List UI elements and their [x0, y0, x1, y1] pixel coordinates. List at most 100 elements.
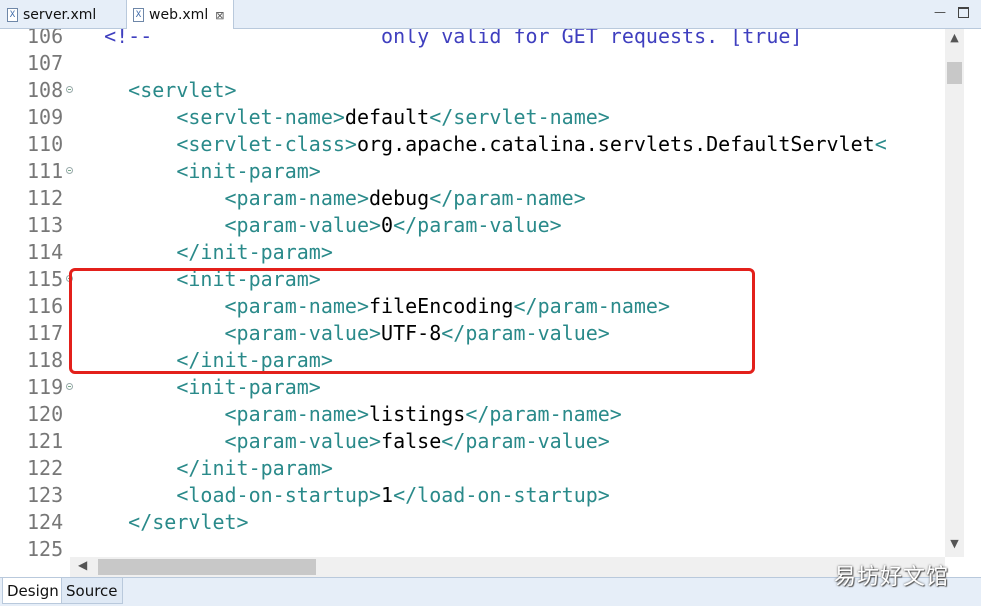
xml-comment: <!-- only valid for GET requests. [true] [80, 29, 803, 48]
xml-tag: <param-name> [80, 402, 369, 426]
xml-tag: <param-value> [80, 213, 382, 237]
line-number: 119 [27, 375, 64, 399]
xml-tag: </servlet> [80, 510, 249, 534]
xml-source-editor[interactable]: 106 <!-- only valid for GET requests. [t… [0, 29, 945, 557]
code-line[interactable]: 109 <servlet-name>default</servlet-name> [0, 104, 945, 131]
code-text: </servlet> [80, 509, 249, 536]
code-line[interactable]: 110 <servlet-class>org.apache.catalina.s… [0, 131, 945, 158]
xml-tag: < [874, 132, 887, 156]
xml-tag: </param-name> [429, 186, 586, 210]
xml-tag: <servlet> [80, 78, 237, 102]
code-text: </init-param> [80, 239, 333, 266]
line-number: 115 [27, 267, 64, 291]
editor-tab-bar: X server.xml X web.xml ⊠ — [0, 0, 981, 30]
code-line[interactable]: 107 [0, 50, 945, 77]
xml-tag: </param-value> [393, 213, 562, 237]
line-number: 117 [27, 321, 64, 345]
minimize-button[interactable]: — [932, 4, 948, 20]
tab-label: server.xml [23, 6, 97, 23]
xml-tag: </servlet-name> [429, 105, 610, 129]
xml-file-icon: X [7, 7, 18, 22]
close-icon[interactable]: ⊠ [215, 9, 224, 22]
vertical-scroll-thumb[interactable] [947, 62, 962, 84]
code-line[interactable]: 114 </init-param> [0, 239, 945, 266]
xml-tag: <servlet-name> [80, 105, 345, 129]
line-number: 107 [27, 51, 64, 75]
xml-tag: </load-on-startup> [393, 483, 610, 507]
xml-tag: <init-param> [80, 159, 321, 183]
highlight-annotation-box [69, 268, 755, 374]
xml-value: 1 [381, 483, 394, 507]
line-number: 110 [27, 132, 64, 156]
code-text: <param-name>listings</param-name> [80, 401, 622, 428]
xml-tag: <init-param> [80, 375, 321, 399]
xml-tag: </init-param> [80, 240, 333, 264]
code-line[interactable]: 123 <load-on-startup>1</load-on-startup> [0, 482, 945, 509]
xml-tag: <load-on-startup> [80, 483, 382, 507]
code-line[interactable]: 119 <init-param> [0, 374, 945, 401]
line-number: 108 [27, 78, 64, 102]
line-number: 112 [27, 186, 64, 210]
fold-collapse-icon[interactable] [66, 167, 73, 174]
xml-tag: </param-value> [441, 429, 610, 453]
code-line[interactable]: 121 <param-value>false</param-value> [0, 428, 945, 455]
code-text: <init-param> [80, 158, 321, 185]
xml-tag: <servlet-class> [80, 132, 357, 156]
xml-tag: <param-name> [80, 186, 369, 210]
tab-web-xml[interactable]: X web.xml ⊠ [126, 0, 234, 30]
code-line[interactable]: 122 </init-param> [0, 455, 945, 482]
line-number: 118 [27, 348, 64, 372]
code-line[interactable]: 125 [0, 536, 945, 557]
tab-server-xml[interactable]: X server.xml [0, 0, 122, 29]
overview-ruler [964, 29, 981, 577]
code-text: <servlet> [80, 77, 237, 104]
line-number: 116 [27, 294, 64, 318]
code-text: <init-param> [80, 374, 321, 401]
horizontal-scrollbar[interactable]: ◀ [70, 557, 945, 577]
code-text: <param-name>debug</param-name> [80, 185, 586, 212]
line-number: 109 [27, 105, 64, 129]
xml-value: listings [368, 402, 466, 426]
code-line[interactable]: 111 <init-param> [0, 158, 945, 185]
xml-file-icon: X [133, 8, 144, 22]
line-number: 113 [27, 213, 64, 237]
code-line[interactable]: 112 <param-name>debug</param-name> [0, 185, 945, 212]
code-line[interactable]: 106 <!-- only valid for GET requests. [t… [0, 29, 945, 50]
maximize-icon [957, 7, 969, 18]
code-text: </init-param> [80, 455, 333, 482]
line-number: 106 [27, 29, 64, 48]
horizontal-scroll-thumb[interactable] [98, 559, 316, 575]
line-number: 124 [27, 510, 64, 534]
tab-design[interactable]: Design [2, 578, 64, 604]
tab-label: web.xml [149, 7, 209, 23]
code-text: <servlet-name>default</servlet-name> [80, 104, 610, 131]
line-number: 122 [27, 456, 64, 480]
code-line[interactable]: 124 </servlet> [0, 509, 945, 536]
line-number: 125 [27, 537, 64, 557]
line-number: 114 [27, 240, 64, 264]
fold-collapse-icon[interactable] [66, 383, 73, 390]
code-text: <param-value>false</param-value> [80, 428, 610, 455]
scroll-up-icon[interactable]: ▲ [945, 31, 964, 49]
xml-value: 0 [381, 213, 394, 237]
xml-tag: </param-name> [465, 402, 622, 426]
xml-value: org.apache.catalina.servlets.DefaultServ… [356, 132, 875, 156]
vertical-scrollbar[interactable]: ▲ ▼ [945, 29, 964, 557]
scroll-left-icon[interactable]: ◀ [78, 558, 87, 572]
tab-source[interactable]: Source [61, 578, 123, 604]
fold-collapse-icon[interactable] [66, 86, 73, 93]
code-line[interactable]: 113 <param-value>0</param-value> [0, 212, 945, 239]
maximize-button[interactable] [955, 4, 971, 20]
xml-value: default [344, 105, 430, 129]
code-line[interactable]: 120 <param-name>listings</param-name> [0, 401, 945, 428]
xml-value: debug [368, 186, 430, 210]
line-number: 120 [27, 402, 64, 426]
line-number: 111 [27, 159, 64, 183]
scroll-down-icon[interactable]: ▼ [945, 537, 964, 555]
watermark-text: 易坊好文馆 [834, 565, 950, 590]
xml-value: false [381, 429, 442, 453]
code-text: <load-on-startup>1</load-on-startup> [80, 482, 610, 509]
code-line[interactable]: 108 <servlet> [0, 77, 945, 104]
line-number: 121 [27, 429, 64, 453]
line-number: 123 [27, 483, 64, 507]
